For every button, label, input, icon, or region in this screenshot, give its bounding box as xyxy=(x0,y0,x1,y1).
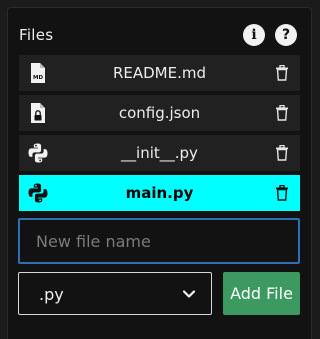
trash-icon[interactable] xyxy=(275,65,289,81)
file-row-main[interactable]: main.py xyxy=(19,175,300,211)
file-name: __init__.py xyxy=(121,144,198,162)
help-icon[interactable]: ? xyxy=(275,24,297,46)
trash-icon[interactable] xyxy=(275,105,289,121)
svg-text:MD: MD xyxy=(33,75,43,81)
new-file-name-input[interactable] xyxy=(18,218,300,264)
panel-title: Files xyxy=(19,26,54,44)
info-icon[interactable]: i xyxy=(243,24,265,46)
trash-icon[interactable] xyxy=(275,145,289,161)
file-row-config[interactable]: config.json xyxy=(19,95,300,131)
file-row-init[interactable]: __init__.py xyxy=(19,135,300,171)
file-name: README.md xyxy=(112,64,207,82)
markdown-file-icon: MD xyxy=(31,63,45,83)
extension-select-value: .py xyxy=(39,285,64,304)
extension-select[interactable]: .py xyxy=(18,272,212,315)
trash-icon[interactable] xyxy=(275,185,289,201)
add-file-button[interactable]: Add File xyxy=(223,272,300,315)
file-name: config.json xyxy=(118,104,201,122)
chevron-down-icon xyxy=(182,290,196,298)
panel-header: Files i ? xyxy=(19,22,301,50)
python-icon xyxy=(28,143,48,163)
python-icon xyxy=(28,183,48,203)
file-name: main.py xyxy=(125,184,194,202)
file-row-readme[interactable]: MD README.md xyxy=(19,55,300,91)
locked-file-icon xyxy=(31,103,45,123)
file-list: MD README.md config.json __init__.py mai… xyxy=(19,55,300,215)
